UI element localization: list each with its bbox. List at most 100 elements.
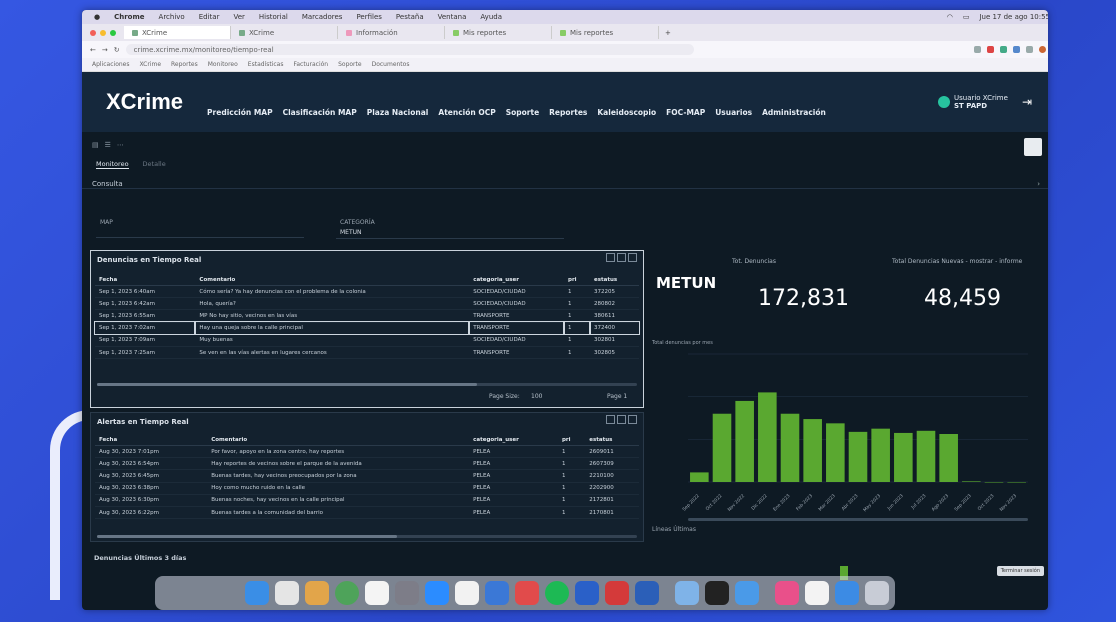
- bar[interactable]: [735, 400, 754, 482]
- extension-icon[interactable]: [1013, 46, 1020, 53]
- col-header[interactable]: estatus: [590, 275, 639, 286]
- profile-icon[interactable]: [1039, 46, 1046, 53]
- expand-icon[interactable]: [606, 415, 615, 424]
- filter-icon[interactable]: [617, 415, 626, 424]
- col-header[interactable]: Fecha: [95, 275, 196, 286]
- table-row[interactable]: Sep 1, 2023 6:42am Hola, quería? SOCIEDAD/…: [95, 297, 639, 311]
- launchpad-icon[interactable]: [275, 581, 299, 605]
- table-row[interactable]: Aug 30, 2023 6:30pm Buenas noches, hay ve…: [95, 494, 639, 507]
- table-row[interactable]: Aug 30, 2023 6:54pm Hay reportes de vecin…: [95, 457, 639, 471]
- bar[interactable]: [712, 413, 732, 482]
- bar[interactable]: [1007, 482, 1026, 483]
- app-icon[interactable]: [775, 581, 799, 605]
- menu-item[interactable]: Marcadores: [302, 13, 343, 21]
- app-icon[interactable]: [675, 581, 699, 605]
- browser-tab[interactable]: Información: [338, 26, 445, 39]
- menu-item[interactable]: Ver: [233, 13, 244, 21]
- bookmark[interactable]: Aplicaciones: [92, 61, 129, 68]
- bar[interactable]: [690, 472, 709, 482]
- nav-item[interactable]: Reportes: [549, 108, 587, 117]
- table-row[interactable]: Aug 30, 2023 7:01pm Por favor, apoyo en l…: [95, 445, 639, 459]
- bar[interactable]: [871, 428, 890, 482]
- bar[interactable]: [939, 434, 958, 482]
- finder-icon[interactable]: [245, 581, 269, 605]
- more-icon[interactable]: [628, 253, 637, 262]
- app-icon[interactable]: [455, 581, 479, 605]
- maximize-icon[interactable]: [110, 29, 116, 36]
- back-icon[interactable]: ←: [90, 46, 96, 54]
- app-icon[interactable]: [805, 581, 829, 605]
- wifi-icon[interactable]: ◠: [947, 13, 953, 21]
- table-row[interactable]: Sep 1, 2023 7:09am Muy buenas SOCIEDAD/CIU…: [95, 334, 639, 347]
- col-header[interactable]: Comentario: [195, 275, 470, 286]
- app-icon[interactable]: [575, 581, 599, 605]
- extension-icon[interactable]: [987, 46, 994, 53]
- bookmark[interactable]: Facturación: [293, 61, 328, 68]
- expand-icon[interactable]: [606, 253, 615, 262]
- nav-item[interactable]: Soporte: [506, 108, 539, 117]
- bookmark[interactable]: Documentos: [372, 61, 410, 68]
- bar[interactable]: [803, 419, 822, 482]
- page-size-select[interactable]: 100: [531, 393, 542, 400]
- nav-item[interactable]: Predicción MAP: [207, 108, 273, 117]
- calendar-icon[interactable]: [365, 581, 389, 605]
- logout-badge[interactable]: Terminar sesión: [996, 566, 1044, 576]
- col-header[interactable]: estatus: [585, 435, 639, 446]
- menu-item[interactable]: Historial: [259, 13, 288, 21]
- col-header[interactable]: categoria_user: [469, 435, 558, 446]
- menu-item[interactable]: Perfiles: [356, 13, 381, 21]
- bookmark[interactable]: XCrime: [139, 61, 161, 68]
- h-scrollbar-thumb[interactable]: [97, 383, 477, 386]
- user-menu[interactable]: Usuario XCrime ST PAPD: [937, 94, 1008, 110]
- bookmark[interactable]: Soporte: [338, 61, 361, 68]
- app-icon[interactable]: [485, 581, 509, 605]
- nav-item[interactable]: Clasificación MAP: [283, 108, 357, 117]
- bar[interactable]: [962, 481, 981, 482]
- more-icon[interactable]: [628, 415, 637, 424]
- col-header[interactable]: Comentario: [207, 435, 470, 446]
- bookmark[interactable]: Reportes: [171, 61, 198, 68]
- nav-item[interactable]: Kaleidoscopio: [597, 108, 656, 117]
- menu-item[interactable]: Chrome: [114, 13, 144, 21]
- list-icon[interactable]: ☰: [105, 141, 111, 149]
- bar[interactable]: [780, 413, 800, 482]
- extension-icon[interactable]: [1026, 46, 1033, 53]
- menu-item[interactable]: Pestaña: [396, 13, 424, 21]
- bar[interactable]: [826, 423, 845, 482]
- apple-icon[interactable]: ●: [94, 13, 100, 21]
- chrome-icon[interactable]: [335, 581, 359, 605]
- word-icon[interactable]: [635, 581, 659, 605]
- bar[interactable]: [848, 431, 868, 482]
- table-row[interactable]: Aug 30, 2023 6:38pm Hoy como mucho ruido …: [95, 482, 639, 495]
- clock[interactable]: Jue 17 de ago 10:55: [979, 13, 1048, 21]
- menu-icon[interactable]: ⋯: [117, 141, 124, 149]
- spotify-icon[interactable]: [545, 581, 569, 605]
- grid-icon[interactable]: ▤: [92, 141, 99, 149]
- forward-icon[interactable]: →: [102, 46, 108, 54]
- minimize-icon[interactable]: [100, 29, 106, 36]
- logout-icon[interactable]: ⇥: [1022, 95, 1032, 109]
- folder-icon[interactable]: [305, 581, 329, 605]
- table-row[interactable]: Aug 30, 2023 6:45pm Buenas tardes, hay ve…: [95, 469, 639, 483]
- bar[interactable]: [894, 432, 913, 482]
- category-filter-input[interactable]: METUN: [336, 227, 564, 239]
- app-icon[interactable]: [605, 581, 629, 605]
- menu-item[interactable]: Ayuda: [480, 13, 502, 21]
- table-row[interactable]: Aug 30, 2023 6:22pm Buenas tardes a la co…: [95, 506, 639, 520]
- h-scrollbar-thumb[interactable]: [97, 535, 397, 538]
- close-icon[interactable]: [90, 29, 96, 36]
- menu-item[interactable]: Editar: [199, 13, 220, 21]
- address-input[interactable]: crime.xcrime.mx/monitoreo/tiempo-real: [125, 44, 694, 55]
- nav-item[interactable]: FOC-MAP: [666, 108, 705, 117]
- map-filter-input[interactable]: [96, 227, 304, 238]
- extension-icon[interactable]: [1000, 46, 1007, 53]
- browser-tab[interactable]: XCrime: [124, 26, 231, 39]
- app-icon[interactable]: [425, 581, 449, 605]
- nav-item[interactable]: Administración: [762, 108, 826, 117]
- browser-tab[interactable]: Mis reportes: [445, 26, 552, 39]
- trash-icon[interactable]: [865, 581, 889, 605]
- panel-toggle-button[interactable]: [1024, 138, 1042, 156]
- bar[interactable]: [758, 392, 777, 482]
- app-logo[interactable]: XCrime: [106, 91, 183, 113]
- bar[interactable]: [984, 482, 1004, 483]
